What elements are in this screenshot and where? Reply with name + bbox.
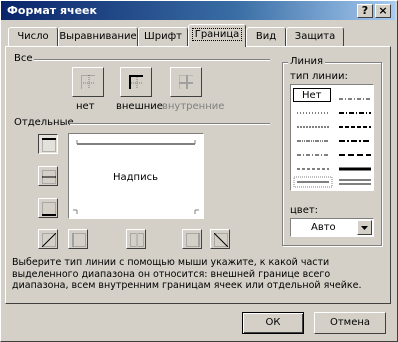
tab-view[interactable]: Вид: [246, 27, 286, 46]
border-top-button[interactable]: [38, 134, 58, 154]
window-title: Формат ячеек: [7, 4, 97, 17]
border-right-button[interactable]: [182, 229, 202, 249]
tab-border[interactable]: Граница: [188, 24, 246, 47]
border-bottom-button[interactable]: [38, 198, 58, 218]
border-outline-icon: [129, 75, 143, 89]
tab-number[interactable]: Число: [8, 27, 58, 46]
diagonal-down-icon: [214, 233, 228, 247]
close-title-button[interactable]: ×: [375, 4, 391, 18]
separate-section-divider: [70, 123, 270, 125]
color-value: Авто: [311, 222, 336, 233]
all-section-label: Все: [14, 53, 33, 64]
diagonal-up-icon: [42, 233, 56, 247]
border-diagonal-down-button[interactable]: [210, 229, 230, 249]
border-top-icon: [42, 138, 56, 152]
title-bar[interactable]: Формат ячеек ? ×: [1, 1, 395, 20]
border-none-icon: [81, 75, 95, 89]
help-title-button[interactable]: ?: [357, 4, 373, 18]
separate-section-label: Отдельные: [14, 117, 74, 128]
preview-text: Надпись: [113, 172, 158, 183]
tab-alignment[interactable]: Выравнивание: [58, 27, 138, 46]
border-preview[interactable]: Надпись: [68, 133, 204, 219]
border-left-button[interactable]: [68, 229, 88, 249]
border-right-icon: [186, 233, 200, 247]
border-middle-vertical-button[interactable]: [126, 229, 146, 249]
border-left-icon: [72, 233, 86, 247]
preset-outline-label: внешние: [116, 101, 163, 112]
preset-none-label: нет: [76, 101, 95, 112]
line-style-samples: [293, 98, 371, 188]
preset-outline-button[interactable]: [120, 67, 152, 97]
preset-inside-label: внутренние: [162, 101, 225, 112]
color-label: цвет:: [290, 205, 319, 216]
border-inside-icon: [179, 75, 193, 89]
help-text: Выберите тип линии с помощью мыши укажит…: [12, 257, 362, 291]
line-style-list[interactable]: Нет: [290, 84, 374, 191]
border-middle-vertical-icon: [130, 233, 144, 247]
preset-none-button[interactable]: [72, 67, 104, 97]
color-select[interactable]: Авто: [290, 218, 374, 237]
border-middle-horizontal-button[interactable]: [38, 166, 58, 186]
line-type-label: тип линии:: [290, 71, 348, 82]
cancel-button[interactable]: Отмена: [314, 312, 386, 334]
border-diagonal-up-button[interactable]: [38, 229, 58, 249]
color-dropdown-button[interactable]: [357, 220, 372, 235]
tab-protection[interactable]: Защита: [286, 27, 344, 46]
border-middle-horizontal-icon: [42, 170, 56, 184]
preset-inside-button[interactable]: [170, 67, 202, 97]
tab-font[interactable]: Шрифт: [138, 27, 188, 46]
line-group-label: Линия: [288, 56, 326, 67]
all-section-divider: [34, 59, 270, 61]
border-bottom-icon: [42, 202, 56, 216]
chevron-down-icon: [361, 226, 368, 230]
ok-button[interactable]: ОК: [242, 312, 304, 334]
